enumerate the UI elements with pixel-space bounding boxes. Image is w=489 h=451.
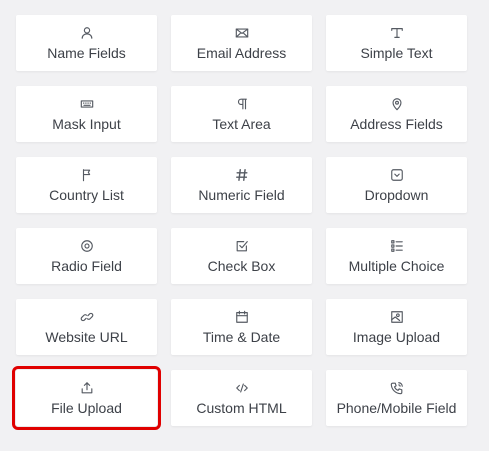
flag-icon [79,167,95,183]
field-label: Phone/Mobile Field [336,400,457,416]
field-label: Country List [49,187,124,203]
simple-text-button[interactable]: Simple Text [326,15,467,71]
envelope-icon [234,25,250,41]
field-label: Numeric Field [198,187,285,203]
text-area-button[interactable]: Text Area [171,86,312,142]
field-label: Text Area [212,116,271,132]
radio-icon [79,238,95,254]
dropdown-button[interactable]: Dropdown [326,157,467,213]
list-icon [389,238,405,254]
field-label: Time & Date [202,329,281,345]
field-label: Address Fields [350,116,443,132]
field-label: Radio Field [51,258,122,274]
radio-field-button[interactable]: Radio Field [16,228,157,284]
field-label: Mask Input [52,116,121,132]
field-label: Simple Text [360,45,433,61]
name-fields-button[interactable]: Name Fields [16,15,157,71]
text-icon [389,25,405,41]
field-label: Email Address [196,45,287,61]
field-label: Multiple Choice [348,258,445,274]
image-icon [389,309,405,325]
website-url-button[interactable]: Website URL [16,299,157,355]
check-box-button[interactable]: Check Box [171,228,312,284]
calendar-icon [234,309,250,325]
mask-input-button[interactable]: Mask Input [16,86,157,142]
hash-icon [234,167,250,183]
user-icon [79,25,95,41]
link-icon [79,309,95,325]
field-label: Check Box [207,258,276,274]
field-palette: Name Fields Email Address Simple Text Ma… [12,15,467,430]
keyboard-icon [79,96,95,112]
checkbox-icon [234,238,250,254]
address-fields-button[interactable]: Address Fields [326,86,467,142]
field-label: Website URL [45,329,128,345]
file-upload-button[interactable]: File Upload [12,366,161,430]
email-address-button[interactable]: Email Address [171,15,312,71]
country-list-button[interactable]: Country List [16,157,157,213]
field-label: Dropdown [364,187,429,203]
phone-mobile-field-button[interactable]: Phone/Mobile Field [326,370,467,426]
field-label: Image Upload [352,329,441,345]
multiple-choice-button[interactable]: Multiple Choice [326,228,467,284]
field-label: File Upload [51,400,122,416]
code-icon [234,380,250,396]
time-date-button[interactable]: Time & Date [171,299,312,355]
numeric-field-button[interactable]: Numeric Field [171,157,312,213]
custom-html-button[interactable]: Custom HTML [171,370,312,426]
paragraph-icon [234,96,250,112]
field-label: Custom HTML [196,400,287,416]
phone-icon [389,380,405,396]
map-pin-icon [389,96,405,112]
field-label: Name Fields [47,45,126,61]
dropdown-icon [389,167,405,183]
image-upload-button[interactable]: Image Upload [326,299,467,355]
upload-icon [79,380,95,396]
